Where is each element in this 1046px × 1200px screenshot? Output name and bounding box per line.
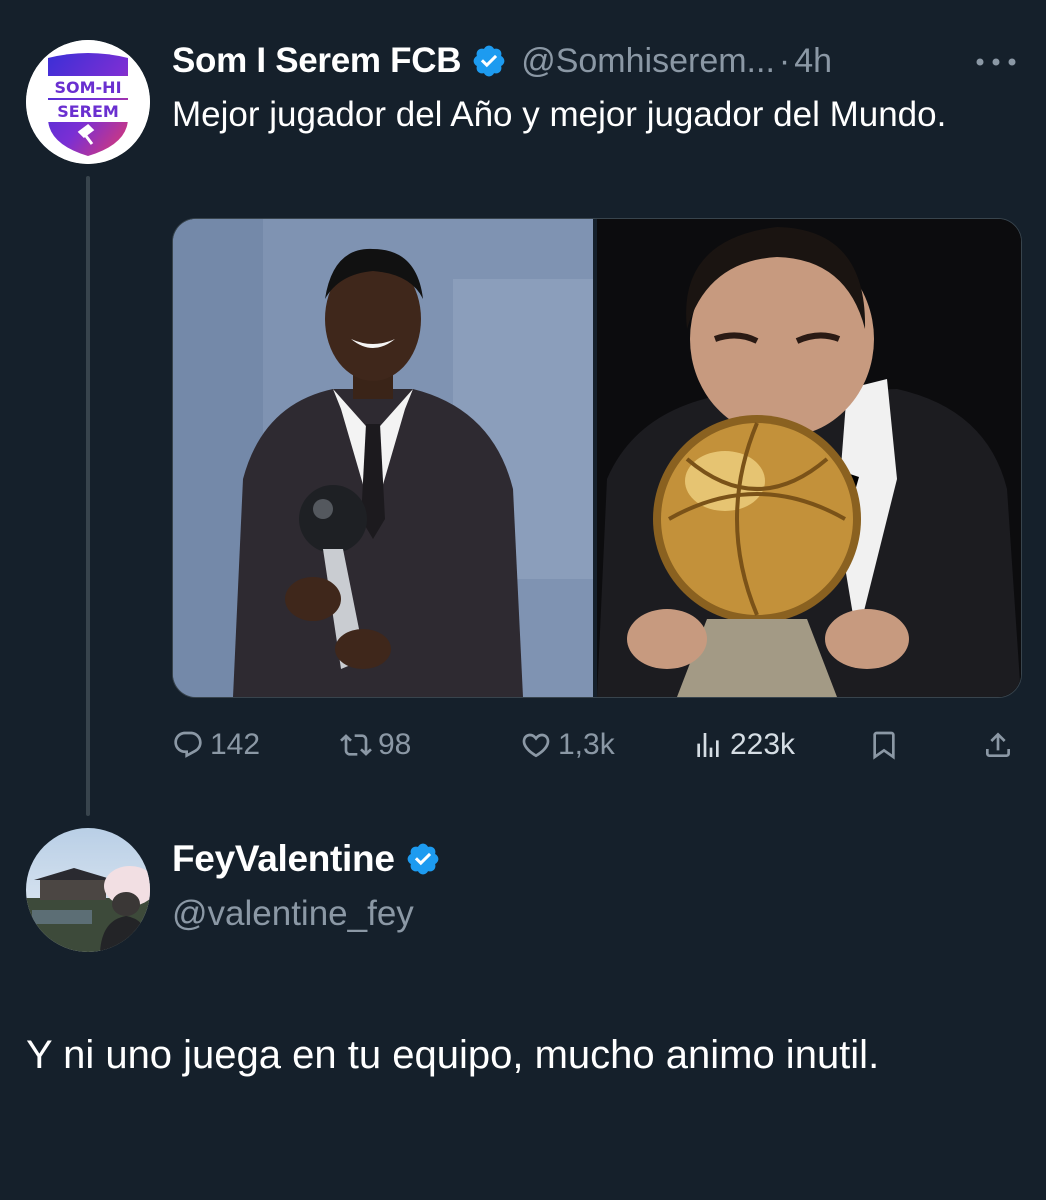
tweet-header: Som I Serem FCB @Somhiserem... · 4h <box>172 36 832 86</box>
like-count: 1,3k <box>558 728 615 761</box>
reply-button[interactable]: 142 <box>172 720 260 770</box>
separator-dot: · <box>778 41 791 80</box>
reply-author-display-name[interactable]: FeyValentine <box>172 838 395 880</box>
award-photo-right-illustration <box>597 219 1021 697</box>
author-avatar[interactable]: SOM-HI SEREM <box>26 40 150 164</box>
author-display-name[interactable]: Som I Serem FCB <box>172 41 462 81</box>
repost-icon <box>340 734 372 756</box>
tweet-text: Mejor jugador del Año y mejor jugador de… <box>172 95 947 134</box>
reply-text: Y ni uno juega en tu equipo, mucho animo… <box>26 1033 880 1077</box>
logo-text-2: SEREM <box>57 102 119 121</box>
logo-text-1: SOM-HI <box>54 78 121 97</box>
tweet-action-bar: 142 98 1,3k 223k <box>172 720 1020 770</box>
reply-icon <box>174 731 202 758</box>
bookmark-icon <box>873 731 895 760</box>
heart-icon <box>522 733 550 758</box>
views-button[interactable]: 223k <box>692 720 795 770</box>
reply-author-handle[interactable]: @valentine_fey <box>172 894 414 934</box>
reply-avatar-photo <box>26 828 150 952</box>
photo-award-left[interactable] <box>173 219 593 697</box>
bookmark-button[interactable] <box>868 720 906 770</box>
verified-badge-icon[interactable] <box>405 841 441 877</box>
like-button[interactable]: 1,3k <box>520 720 615 770</box>
views-icon <box>697 733 719 757</box>
award-photo-left-illustration <box>173 219 593 697</box>
thread-connector-line <box>86 176 90 816</box>
share-icon <box>986 732 1010 757</box>
som-hi-serem-logo: SOM-HI SEREM <box>26 40 150 164</box>
repost-count: 98 <box>378 728 412 761</box>
photo-award-right[interactable] <box>597 219 1021 697</box>
more-icon[interactable] <box>974 52 1018 72</box>
reply-count: 142 <box>210 728 261 761</box>
views-count: 223k <box>730 728 796 761</box>
share-button[interactable] <box>982 720 1020 770</box>
repost-button[interactable]: 98 <box>340 720 411 770</box>
tweet-media[interactable] <box>172 218 1022 698</box>
reply-author-avatar[interactable] <box>26 828 150 952</box>
verified-badge-icon[interactable] <box>471 43 507 79</box>
tweet-timestamp[interactable]: 4h <box>794 42 832 81</box>
reply-header: FeyValentine <box>172 838 441 880</box>
author-handle[interactable]: @Somhiserem... <box>521 42 775 81</box>
timeline: SOM-HI SEREM Som I Serem FCB @Somhiserem… <box>0 0 1046 1200</box>
